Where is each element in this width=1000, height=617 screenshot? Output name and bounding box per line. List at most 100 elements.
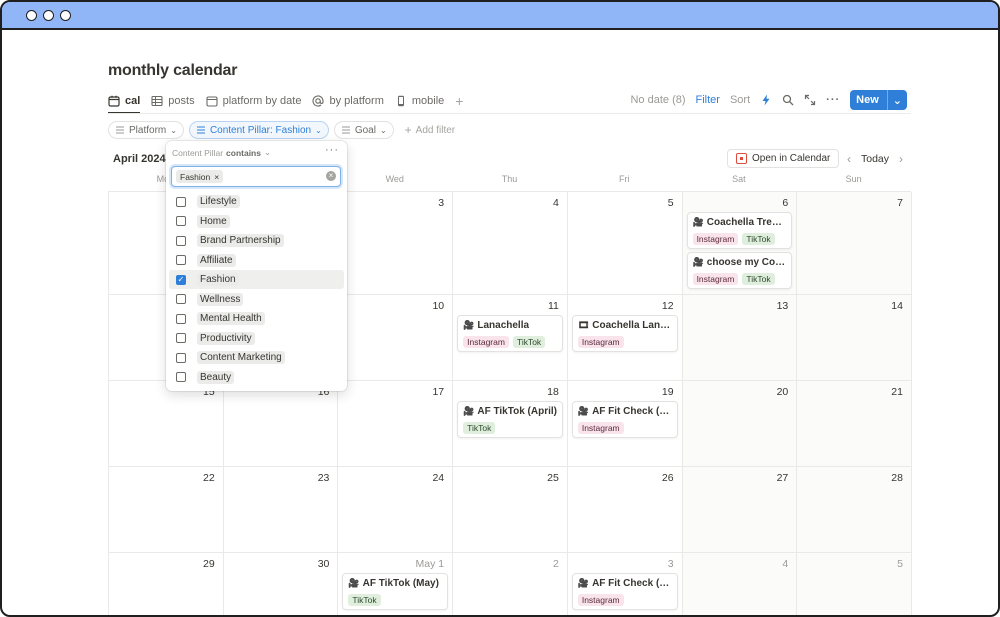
filter-operator: contains: [226, 147, 261, 158]
filter-chip-content-pillar[interactable]: Content Pillar: Fashion ⌄: [188, 121, 329, 139]
calendar-day-cell[interactable]: 5: [567, 192, 683, 295]
calendar-day-cell[interactable]: 30: [223, 553, 339, 615]
clear-input-icon[interactable]: ×: [326, 171, 336, 181]
tab-mobile[interactable]: mobile: [395, 90, 444, 112]
prev-month-icon[interactable]: ‹: [847, 152, 851, 166]
today-button[interactable]: Today: [861, 153, 889, 165]
event-card[interactable]: 🎥 choose my Coac... Instagram TikTok: [686, 252, 793, 289]
filter-option[interactable]: Brand Partnership: [169, 231, 344, 250]
checkbox[interactable]: [176, 196, 186, 207]
filter-option[interactable]: Lifestyle: [169, 192, 344, 211]
add-view-icon[interactable]: +: [455, 93, 463, 109]
checkbox[interactable]: [176, 313, 186, 324]
event-card[interactable]: 🎥 Coachella Trend... Instagram TikTok: [686, 212, 793, 249]
calendar-day-cell[interactable]: 4: [682, 553, 798, 615]
event-card[interactable]: 🎥 Lanachella Instagram TikTok: [457, 315, 563, 352]
calendar-day-cell[interactable]: 21: [797, 381, 912, 467]
checkbox[interactable]: [176, 216, 186, 226]
window-dot-maximize[interactable]: [60, 10, 71, 21]
remove-token-icon[interactable]: ×: [214, 172, 219, 182]
window-dot-minimize[interactable]: [43, 10, 54, 21]
no-date-button[interactable]: No date (8): [630, 94, 685, 106]
calendar-day-cell[interactable]: 17: [338, 381, 454, 467]
checkbox[interactable]: [176, 255, 186, 265]
calendar-day-cell[interactable]: 25: [453, 467, 568, 553]
calendar-day-cell[interactable]: 24: [338, 467, 454, 553]
checkbox[interactable]: [176, 294, 186, 304]
calendar-day-cell[interactable]: 19 🎥 AF Fit Check (A... Instagram: [567, 381, 683, 467]
calendar-day-cell[interactable]: 5: [797, 553, 912, 615]
add-filter-button[interactable]: + Add filter: [405, 123, 455, 137]
calendar-day-cell[interactable]: 18 🎥 AF TikTok (April) TikTok: [453, 381, 568, 467]
filter-condition[interactable]: Content Pillar contains ⌄: [172, 147, 271, 158]
calendar-day-cell[interactable]: May 1 🎥 AF TikTok (May) TikTok: [338, 553, 454, 615]
event-card[interactable]: 🎥 AF Fit Check (M... Instagram: [571, 573, 678, 610]
more-options-icon[interactable]: ···: [325, 144, 339, 156]
calendar-day-cell[interactable]: 26: [567, 467, 683, 553]
next-month-icon[interactable]: ›: [899, 152, 903, 166]
filter-option[interactable]: Wellness: [169, 290, 344, 309]
new-dropdown-chevron-icon[interactable]: ⌄: [886, 90, 907, 110]
calendar-day-cell[interactable]: 28: [797, 467, 912, 553]
calendar-day-cell[interactable]: 22: [109, 467, 224, 553]
calendar-day-cell[interactable]: 12 🎞 Coachella Lana ... Instagram: [567, 295, 683, 381]
day-number: 29: [203, 558, 215, 570]
event-card[interactable]: 🎥 AF TikTok (May) TikTok: [342, 573, 449, 610]
filter-option[interactable]: Affiliate: [169, 251, 344, 270]
filter-option[interactable]: Home: [169, 212, 344, 231]
checkbox[interactable]: [176, 352, 186, 363]
calendar-day-cell[interactable]: 3 🎥 AF Fit Check (M... Instagram: [567, 553, 683, 615]
camera-icon: 🎥: [348, 578, 360, 588]
search-icon[interactable]: [782, 94, 794, 106]
event-card[interactable]: 🎥 AF TikTok (April) TikTok: [457, 401, 563, 438]
calendar-day-cell[interactable]: 10: [338, 295, 454, 381]
checkbox[interactable]: ✓: [176, 274, 186, 285]
filter-value-input[interactable]: Fashion × ×: [171, 166, 341, 187]
filter-chip-platform[interactable]: Platform ⌄: [108, 121, 184, 139]
new-button[interactable]: New ⌄: [850, 90, 907, 110]
filter-option[interactable]: Beauty: [169, 368, 344, 387]
calendar-day-cell[interactable]: 14: [797, 295, 912, 381]
checkbox[interactable]: [176, 333, 186, 343]
filter-property-name: Content Pillar: [172, 147, 224, 158]
filter-option[interactable]: Productivity: [169, 329, 344, 348]
calendar-day-cell[interactable]: 3: [338, 192, 454, 295]
event-card[interactable]: 🎥 AF Fit Check (A... Instagram: [571, 401, 678, 438]
lightning-icon[interactable]: [760, 94, 772, 106]
calendar-day-cell[interactable]: 11 🎥 Lanachella Instagram TikTok: [453, 295, 568, 381]
tab-platform-by-date[interactable]: platform by date: [206, 90, 301, 112]
expand-icon[interactable]: [804, 94, 816, 106]
tab-by-platform[interactable]: by platform: [312, 90, 384, 112]
calendar-day-cell[interactable]: 13: [682, 295, 798, 381]
tab-posts[interactable]: posts: [151, 90, 195, 112]
filter-option[interactable]: Content Marketing: [169, 348, 344, 367]
window-dot-close[interactable]: [26, 10, 37, 21]
camera-icon: 🎥: [577, 406, 590, 416]
calendar-day-cell[interactable]: 2: [453, 553, 568, 615]
calendar-day-cell[interactable]: 20: [682, 381, 798, 467]
checkbox[interactable]: [176, 372, 186, 382]
calendar-day-cell[interactable]: 27: [682, 467, 798, 553]
tab-cal[interactable]: cal: [108, 90, 141, 114]
calendar-day-cell[interactable]: 29: [109, 553, 224, 615]
platform-tag: Instagram: [692, 233, 739, 245]
sort-button[interactable]: Sort: [730, 94, 750, 106]
filter-option[interactable]: ✓ Fashion: [169, 270, 344, 289]
day-number: 7: [897, 197, 903, 209]
calendar-day-cell[interactable]: 23: [223, 467, 339, 553]
filter-option[interactable]: Mental Health: [169, 309, 344, 328]
event-card[interactable]: 🎞 Coachella Lana ... Instagram: [571, 315, 678, 352]
checkbox[interactable]: [176, 235, 186, 246]
open-in-calendar-button[interactable]: Open in Calendar: [727, 149, 840, 168]
calendar-day-cell[interactable]: 16: [223, 381, 339, 467]
platform-tag: Instagram: [463, 336, 509, 348]
filter-chip-goal[interactable]: Goal ⌄: [333, 121, 394, 139]
calendar-day-cell[interactable]: 6 🎥 Coachella Trend... Instagram TikTok 🎥 choo…: [682, 192, 798, 295]
calendar-day-cell[interactable]: 15: [109, 381, 224, 467]
calendar-day-cell[interactable]: 4: [453, 192, 568, 295]
platform-tag: TikTok: [742, 273, 775, 285]
calendar-day-cell[interactable]: 7: [797, 192, 912, 295]
platform-tag: TikTok: [463, 422, 496, 434]
filter-button[interactable]: Filter: [696, 94, 720, 106]
more-options-icon[interactable]: ···: [826, 94, 840, 106]
